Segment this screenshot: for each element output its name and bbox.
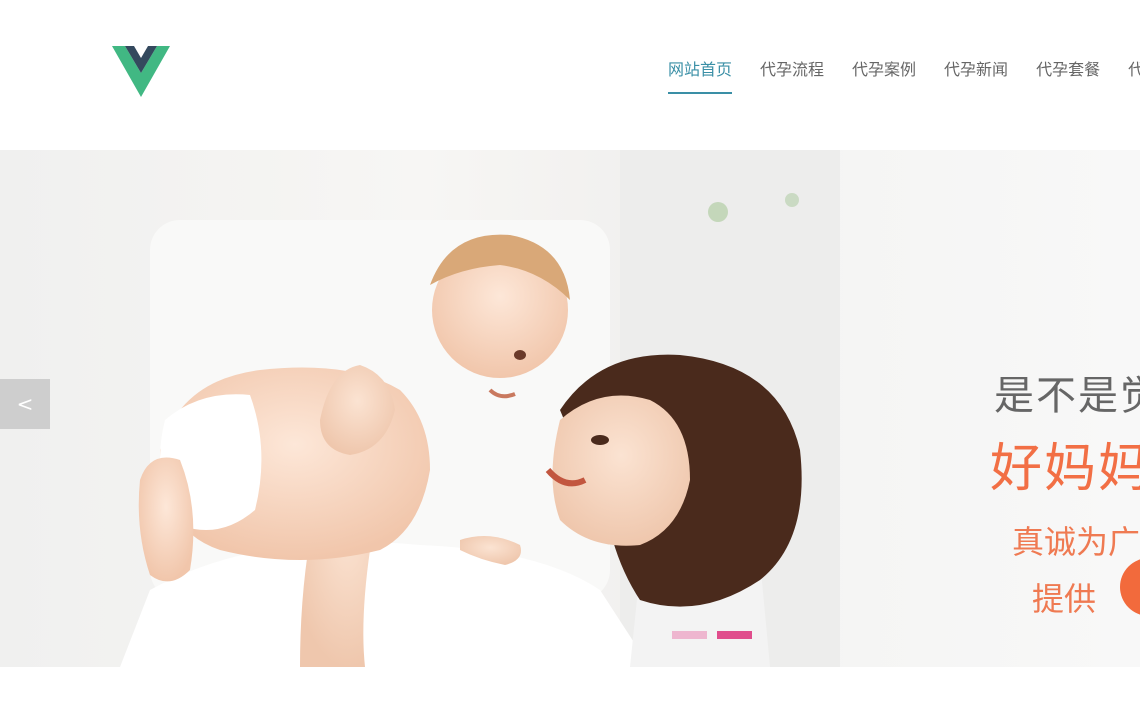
carousel-prev-button[interactable]: < bbox=[0, 379, 50, 429]
carousel-dot-1[interactable] bbox=[672, 631, 707, 639]
nav-item-process[interactable]: 代孕流程 bbox=[760, 58, 824, 92]
banner-cta-circle[interactable] bbox=[1120, 558, 1140, 616]
nav-item-more[interactable]: 代 bbox=[1128, 58, 1140, 92]
site-header: 网站首页 代孕流程 代孕案例 代孕新闻 代孕套餐 代 bbox=[0, 0, 1140, 150]
banner-tagline-provide: 提供 bbox=[1032, 580, 1097, 618]
nav-item-cases[interactable]: 代孕案例 bbox=[852, 58, 916, 92]
banner-tagline-highlight: 好妈妈 bbox=[990, 439, 1140, 499]
carousel-dot-2[interactable] bbox=[717, 631, 752, 639]
mother-baby-photo bbox=[0, 150, 840, 667]
nav-item-home[interactable]: 网站首页 bbox=[668, 58, 733, 94]
hero-banner: < 是不是觉 好妈妈 真诚为广 提供 bbox=[0, 150, 1140, 667]
banner-tagline-sincere: 真诚为广 bbox=[1012, 523, 1140, 561]
main-nav: 网站首页 代孕流程 代孕案例 代孕新闻 代孕套餐 代 bbox=[668, 58, 1140, 94]
banner-tagline-question: 是不是觉 bbox=[994, 373, 1140, 419]
nav-item-packages[interactable]: 代孕套餐 bbox=[1036, 58, 1100, 92]
vue-logo-icon[interactable] bbox=[112, 46, 170, 97]
nav-item-news[interactable]: 代孕新闻 bbox=[944, 58, 1008, 92]
carousel-pagination bbox=[672, 631, 762, 639]
